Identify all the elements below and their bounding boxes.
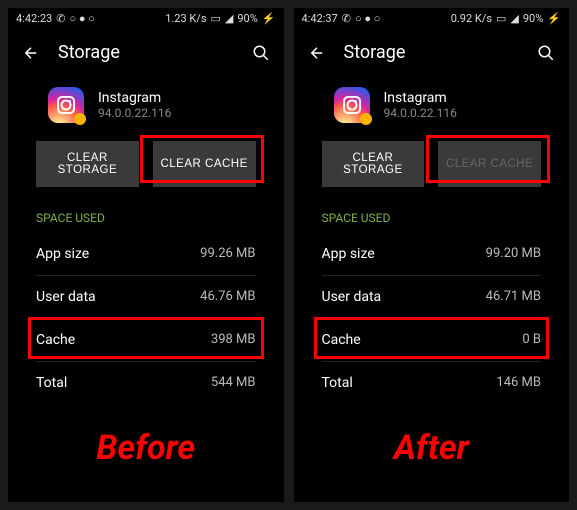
row-label: App size	[36, 246, 89, 262]
app-version: 94.0.0.22.116	[98, 106, 171, 120]
row-user-data: User data 46.76 MB	[8, 276, 284, 318]
row-label: Cache	[36, 332, 75, 348]
search-icon[interactable]	[537, 44, 555, 62]
status-battery: 90%	[237, 12, 257, 25]
section-space-used: SPACE USED	[294, 207, 570, 233]
bolt-icon: ⚡	[547, 12, 561, 25]
back-icon[interactable]	[22, 44, 40, 62]
row-label: Cache	[322, 332, 361, 348]
instagram-icon	[334, 87, 370, 123]
row-total: Total 146 MB	[294, 362, 570, 404]
row-app-size: App size 99.26 MB	[8, 233, 284, 275]
app-info-row: Instagram 94.0.0.22.116	[8, 77, 284, 141]
status-time: 4:42:37	[302, 12, 338, 25]
phone-before: 4:42:23 ✆ ○ ● ○ 1.23 K/s ▭ ◢ 90% ⚡ Stora…	[8, 8, 284, 502]
phone-after: 4:42:37 ✆ ○ ● ○ 0.92 K/s ▭ ◢ 90% ⚡ Stora…	[294, 8, 570, 502]
clear-storage-button[interactable]: CLEAR STORAGE	[322, 141, 425, 187]
whatsapp-icon: ✆	[56, 12, 65, 25]
header: Storage	[8, 28, 284, 77]
section-space-used: SPACE USED	[8, 207, 284, 233]
row-value: 146 MB	[496, 375, 541, 391]
whatsapp-icon: ✆	[342, 12, 351, 25]
caption-before: Before	[8, 404, 284, 502]
status-bar: 4:42:37 ✆ ○ ● ○ 0.92 K/s ▭ ◢ 90% ⚡	[294, 8, 570, 28]
app-name: Instagram	[384, 90, 457, 106]
header: Storage	[294, 28, 570, 77]
status-dot-icon: ○ ● ○	[69, 12, 94, 25]
status-speed: 1.23 K/s	[165, 12, 206, 25]
row-total: Total 544 MB	[8, 362, 284, 404]
page-title: Storage	[58, 42, 234, 63]
row-label: User data	[36, 289, 96, 305]
row-value: 0 B	[522, 332, 541, 348]
bolt-icon: ⚡	[262, 12, 276, 25]
clear-cache-button[interactable]: CLEAR CACHE	[153, 141, 256, 187]
row-app-size: App size 99.20 MB	[294, 233, 570, 275]
row-label: Total	[36, 375, 67, 391]
row-value: 46.76 MB	[200, 289, 255, 305]
signal-icon: ◢	[510, 12, 518, 25]
row-label: App size	[322, 246, 375, 262]
status-time: 4:42:23	[16, 12, 52, 25]
status-speed: 0.92 K/s	[451, 12, 492, 25]
clear-cache-button: CLEAR CACHE	[438, 141, 541, 187]
row-value: 99.20 MB	[486, 246, 541, 262]
actions-row: CLEAR STORAGE CLEAR CACHE	[8, 141, 284, 207]
actions-row: CLEAR STORAGE CLEAR CACHE	[294, 141, 570, 207]
volte-icon: ▭	[211, 12, 221, 25]
row-cache: Cache 0 B	[294, 319, 570, 361]
search-icon[interactable]	[252, 44, 270, 62]
signal-icon: ◢	[225, 12, 233, 25]
row-user-data: User data 46.71 MB	[294, 276, 570, 318]
app-name: Instagram	[98, 90, 171, 106]
caption-after: After	[294, 404, 570, 502]
row-label: User data	[322, 289, 382, 305]
row-value: 46.71 MB	[486, 289, 541, 305]
status-battery: 90%	[523, 12, 543, 25]
status-dot-icon: ○ ● ○	[355, 12, 380, 25]
status-bar: 4:42:23 ✆ ○ ● ○ 1.23 K/s ▭ ◢ 90% ⚡	[8, 8, 284, 28]
back-icon[interactable]	[308, 44, 326, 62]
row-label: Total	[322, 375, 353, 391]
row-value: 99.26 MB	[200, 246, 255, 262]
instagram-icon	[48, 87, 84, 123]
app-info-row: Instagram 94.0.0.22.116	[294, 77, 570, 141]
row-value: 398 MB	[211, 332, 256, 348]
row-cache: Cache 398 MB	[8, 319, 284, 361]
page-title: Storage	[344, 42, 520, 63]
app-version: 94.0.0.22.116	[384, 106, 457, 120]
row-value: 544 MB	[211, 375, 256, 391]
volte-icon: ▭	[496, 12, 506, 25]
clear-storage-button[interactable]: CLEAR STORAGE	[36, 141, 139, 187]
